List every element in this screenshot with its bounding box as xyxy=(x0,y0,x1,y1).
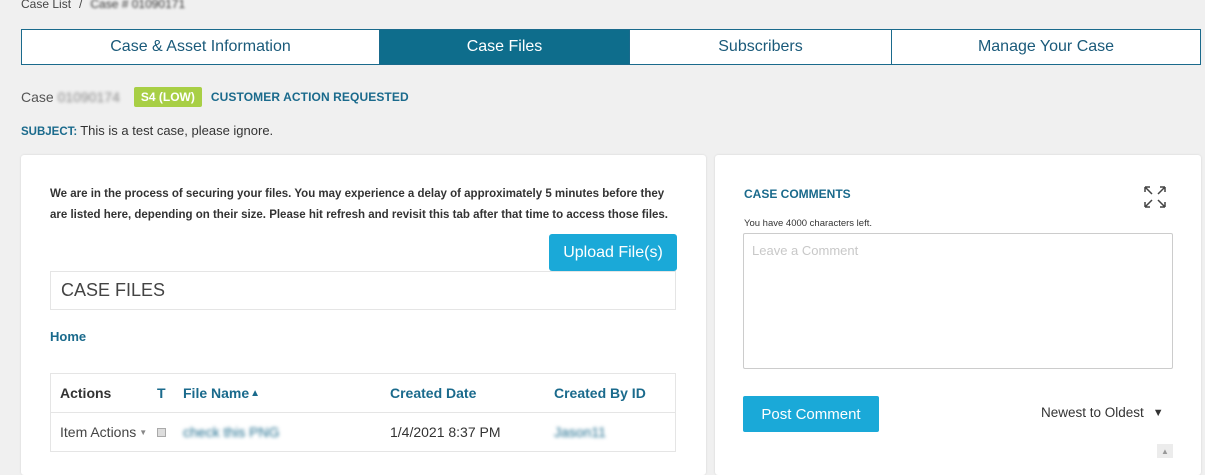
file-created-date: 1/4/2021 8:37 PM xyxy=(390,424,501,440)
case-number: Case 01090174 xyxy=(21,89,120,105)
post-comment-button[interactable]: Post Comment xyxy=(743,396,879,432)
expand-icon[interactable] xyxy=(1142,184,1168,210)
tab-subscribers[interactable]: Subscribers xyxy=(630,30,892,64)
item-actions-label: Item Actions xyxy=(60,424,137,440)
tab-case-files[interactable]: Case Files xyxy=(380,30,630,64)
characters-left-counter: You have 4000 characters left. xyxy=(744,218,872,229)
status-badge: CUSTOMER ACTION REQUESTED xyxy=(210,90,409,104)
home-folder-link[interactable]: Home xyxy=(50,329,86,344)
sort-ascending-icon: ▲ xyxy=(250,387,261,399)
file-name-link[interactable]: check this PNG xyxy=(183,413,279,451)
breadcrumb: Case List / Case # 01090171 xyxy=(21,0,185,11)
case-comments-panel: CASE COMMENTS You have 4000 characters l… xyxy=(715,155,1201,475)
case-tabs: Case & Asset Information Case Files Subs… xyxy=(21,29,1201,65)
breadcrumb-case-list-link[interactable]: Case List xyxy=(21,0,71,11)
upload-notice: We are in the process of securing your f… xyxy=(50,188,668,221)
breadcrumb-separator: / xyxy=(79,0,83,11)
comment-input[interactable] xyxy=(743,233,1173,369)
case-prefix: Case xyxy=(21,89,54,105)
col-file-name-header[interactable]: File Name ▲ xyxy=(183,374,260,412)
subject-label: SUBJECT: xyxy=(21,126,78,138)
chevron-down-icon: ▼ xyxy=(139,427,148,437)
file-name-header-label: File Name xyxy=(183,385,250,401)
file-type-cell xyxy=(157,413,166,451)
case-comments-title: CASE COMMENTS xyxy=(744,187,851,201)
tab-manage-your-case[interactable]: Manage Your Case xyxy=(892,30,1200,64)
col-type-header[interactable]: T xyxy=(157,374,166,412)
subject-text: This is a test case, please ignore. xyxy=(80,123,274,138)
table-row: Item Actions ▼ check this PNG 1/4/2021 8:… xyxy=(51,413,675,451)
file-created-by[interactable]: Jason11 xyxy=(554,413,606,451)
upload-files-button[interactable]: Upload File(s) xyxy=(549,234,677,271)
breadcrumb-current: Case # 01090171 xyxy=(90,0,186,11)
comment-sort-label: Newest to Oldest xyxy=(1041,405,1144,420)
comment-sort-dropdown[interactable]: Newest to Oldest ▼ xyxy=(1041,405,1164,420)
col-actions-header: Actions xyxy=(60,385,112,401)
item-actions-menu[interactable]: Item Actions ▼ xyxy=(60,413,147,451)
chevron-down-icon: ▼ xyxy=(1152,406,1164,419)
case-files-panel: We are in the process of securing your f… xyxy=(21,155,706,475)
col-created-date-header[interactable]: Created Date xyxy=(390,374,476,412)
case-files-table: Actions T File Name ▲ Created Date Create… xyxy=(50,373,676,452)
col-created-by-header[interactable]: Created By ID xyxy=(554,374,646,412)
case-subject: SUBJECT: This is a test case, please igno… xyxy=(21,123,273,138)
file-type-icon xyxy=(157,427,166,437)
severity-badge: S4 (LOW) xyxy=(133,87,202,107)
case-files-title: CASE FILES xyxy=(50,271,676,310)
table-header-row: Actions T File Name ▲ Created Date Create… xyxy=(51,374,675,413)
tab-case-asset-information[interactable]: Case & Asset Information xyxy=(22,30,380,64)
case-summary: Case 01090174 S4 (LOW) CUSTOMER ACTION R… xyxy=(21,87,409,107)
case-number-masked: 01090174 xyxy=(53,89,120,105)
